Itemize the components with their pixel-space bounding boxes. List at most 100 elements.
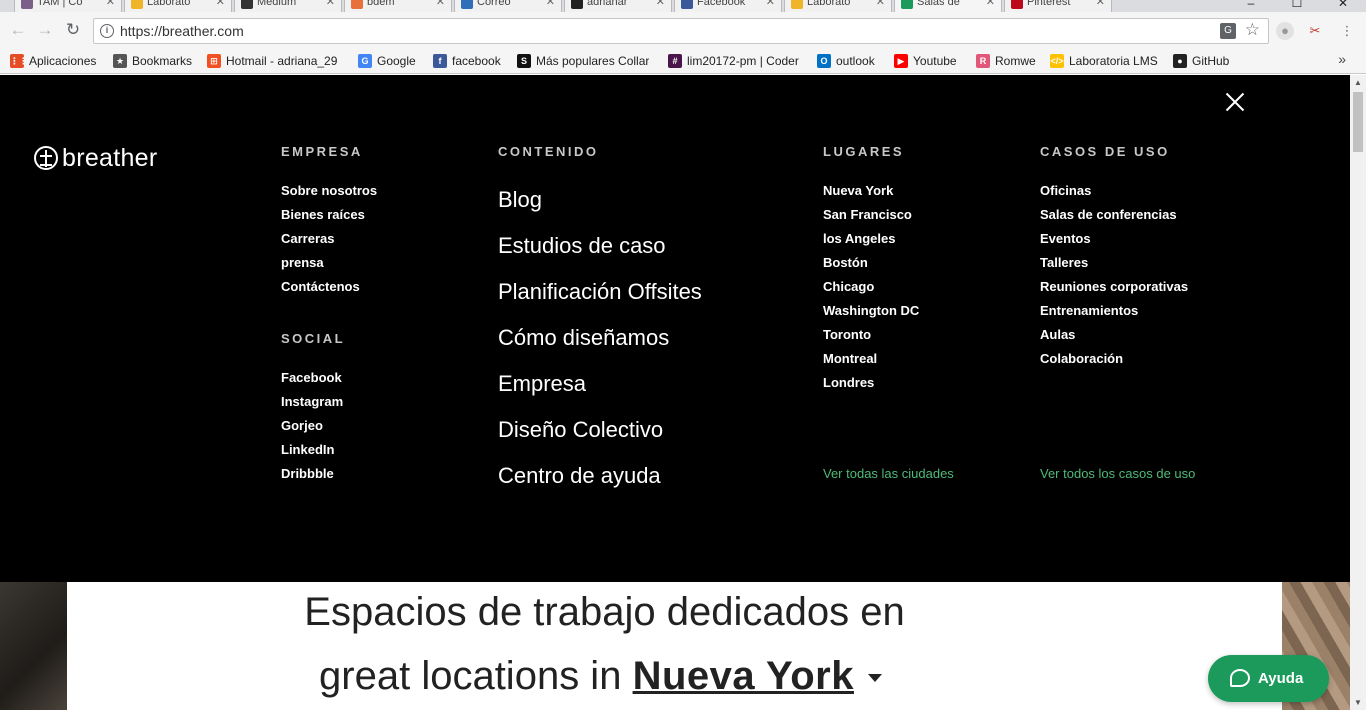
contenido-list: Blog Estudios de caso Planificación Offsit… (498, 185, 702, 507)
browser-tab[interactable]: Facebook ✕ (674, 0, 782, 12)
caret-down-icon[interactable] (867, 674, 882, 683)
use-case-menu-link[interactable]: Entrenamientos (1040, 303, 1188, 327)
brand-logo[interactable]: breather (34, 144, 158, 172)
use-case-menu-link[interactable]: Salas de conferencias (1040, 207, 1188, 231)
city-menu-link[interactable]: Toronto (823, 327, 919, 351)
use-case-menu-link[interactable]: Eventos (1040, 231, 1188, 255)
bookmark-star-icon[interactable]: ☆ (1245, 20, 1260, 40)
bookmark-item[interactable]: ⋮⋮ Aplicaciones (10, 52, 96, 70)
reload-icon[interactable]: ↻ (63, 20, 83, 40)
bookmark-item[interactable]: ▶ Youtube (894, 52, 957, 70)
apps-grid-icon: ⋮⋮ (10, 54, 28, 68)
tab-close-icon[interactable]: ✕ (216, 0, 225, 11)
empresa-list: Sobre nosotros Bienes raíces Carreras prens… (281, 183, 377, 303)
empresa-menu-link[interactable]: Carreras (281, 231, 377, 255)
social-menu-link[interactable]: LinkedIn (281, 442, 343, 466)
all-cities-link[interactable]: Ver todas las ciudades (823, 466, 954, 481)
help-button[interactable]: Ayuda (1208, 655, 1329, 702)
city-menu-link[interactable]: Montreal (823, 351, 919, 375)
browser-tab[interactable]: Pinterest ✕ (1004, 0, 1112, 12)
contenido-menu-link[interactable]: Estudios de caso (498, 231, 702, 277)
use-case-menu-link[interactable]: Reuniones corporativas (1040, 279, 1188, 303)
chrome-menu-icon[interactable]: ⋮ (1338, 22, 1356, 40)
tab-close-icon[interactable]: ✕ (436, 0, 445, 11)
social-menu-link[interactable]: Gorjeo (281, 418, 343, 442)
use-case-menu-link[interactable]: Oficinas (1040, 183, 1188, 207)
extension-scissors-icon[interactable]: ✂ (1306, 22, 1324, 40)
city-menu-link[interactable]: San Francisco (823, 207, 919, 231)
contenido-menu-link[interactable]: Empresa (498, 369, 702, 415)
contenido-menu-link[interactable]: Centro de ayuda (498, 461, 702, 507)
bookmark-item[interactable]: </> Laboratoria LMS (1050, 52, 1158, 70)
close-window-icon[interactable]: ✕ (1320, 0, 1366, 12)
scroll-up-arrow-icon[interactable]: ▲ (1354, 78, 1362, 87)
tab-close-icon[interactable]: ✕ (106, 0, 115, 11)
star-icon: ★ (113, 54, 127, 68)
tab-close-icon[interactable]: ✕ (876, 0, 885, 11)
scrollbar-thumb[interactable] (1353, 92, 1363, 152)
address-url[interactable]: https://breather.com (120, 23, 244, 39)
browser-tab[interactable]: TAM | Co ✕ (14, 0, 122, 12)
maximize-icon[interactable]: ☐ (1274, 0, 1320, 12)
hero-card: Espacios de trabajo dedicados en great l… (67, 582, 1282, 710)
browser-tab[interactable]: bdem ✕ (344, 0, 452, 12)
use-case-menu-link[interactable]: Talleres (1040, 255, 1188, 279)
social-menu-link[interactable]: Dribbble (281, 466, 343, 490)
address-bar[interactable]: i https://breather.com G ☆ (93, 18, 1269, 44)
contenido-menu-link[interactable]: Blog (498, 185, 702, 231)
city-selector[interactable]: Nueva York (633, 654, 854, 698)
empresa-menu-link[interactable]: Contáctenos (281, 279, 377, 303)
contenido-menu-link[interactable]: Planificación Offsites (498, 277, 702, 323)
browser-tab[interactable]: Laborato ✕ (124, 0, 232, 12)
social-heading: SOCIAL (281, 331, 346, 346)
tab-close-icon[interactable]: ✕ (766, 0, 775, 11)
city-menu-link[interactable]: Washington DC (823, 303, 919, 327)
city-menu-link[interactable]: Bostón (823, 255, 919, 279)
translate-icon[interactable]: G (1220, 23, 1236, 39)
city-menu-link[interactable]: los Angeles (823, 231, 919, 255)
bookmark-item[interactable]: G Google (358, 52, 416, 70)
tab-close-icon[interactable]: ✕ (656, 0, 665, 11)
tab-close-icon[interactable]: ✕ (986, 0, 995, 11)
scroll-down-arrow-icon[interactable]: ▼ (1354, 698, 1362, 707)
empresa-menu-link[interactable]: prensa (281, 255, 377, 279)
tab-close-icon[interactable]: ✕ (1096, 0, 1105, 11)
bookmark-item[interactable]: Ooutlook (817, 52, 875, 70)
tab-close-icon[interactable]: ✕ (546, 0, 555, 11)
bookmark-item[interactable]: R Romwe (976, 52, 1036, 70)
contenido-menu-link[interactable]: Diseño Colectivo (498, 415, 702, 461)
empresa-menu-link[interactable]: Bienes raíces (281, 207, 377, 231)
bookmark-item[interactable]: ★ Bookmarks (113, 52, 192, 70)
all-use-cases-link[interactable]: Ver todos los casos de uso (1040, 466, 1195, 481)
browser-tab[interactable]: Laborato ✕ (784, 0, 892, 12)
browser-tab[interactable]: Salas de ✕ (894, 0, 1002, 12)
forward-arrow-icon[interactable]: → (35, 20, 55, 40)
social-menu-link[interactable]: Instagram (281, 394, 343, 418)
city-menu-link[interactable]: Chicago (823, 279, 919, 303)
browser-tab[interactable]: Medium ✕ (234, 0, 342, 12)
bookmark-item[interactable]: # lim20172-pm | Coder (668, 52, 799, 70)
empresa-menu-link[interactable]: Sobre nosotros (281, 183, 377, 207)
bookmark-item[interactable]: ● GitHub (1173, 52, 1229, 70)
city-menu-link[interactable]: Nueva York (823, 183, 919, 207)
browser-tab[interactable]: adrianar ✕ (564, 0, 672, 12)
outlook-icon: O (817, 54, 831, 68)
bookmark-item[interactable]: S Más populares Collar (517, 52, 649, 70)
close-menu-icon[interactable] (1222, 89, 1248, 115)
minimize-icon[interactable]: – (1228, 0, 1274, 12)
extension-circle-icon[interactable]: ● (1276, 22, 1294, 40)
site-info-icon[interactable]: i (100, 24, 114, 38)
back-arrow-icon[interactable]: ← (8, 20, 28, 40)
bookmark-item[interactable]: ⊞ Hotmail - adriana_29 (207, 52, 337, 70)
bookmarks-overflow-chevron-icon[interactable]: » (1338, 51, 1346, 67)
page-scrollbar[interactable]: ▲ ▼ (1350, 75, 1366, 710)
tab-close-icon[interactable]: ✕ (326, 0, 335, 11)
browser-tab-strip: TAM | Co ✕ Laborato ✕ Medium ✕ bdem ✕ Correo ✕ adr… (0, 0, 1366, 12)
use-case-menu-link[interactable]: Colaboración (1040, 351, 1188, 375)
bookmark-item[interactable]: f facebook (433, 52, 501, 70)
city-menu-link[interactable]: Londres (823, 375, 919, 399)
use-case-menu-link[interactable]: Aulas (1040, 327, 1188, 351)
social-menu-link[interactable]: Facebook (281, 370, 343, 394)
browser-tab[interactable]: Correo ✕ (454, 0, 562, 12)
contenido-menu-link[interactable]: Cómo diseñamos (498, 323, 702, 369)
